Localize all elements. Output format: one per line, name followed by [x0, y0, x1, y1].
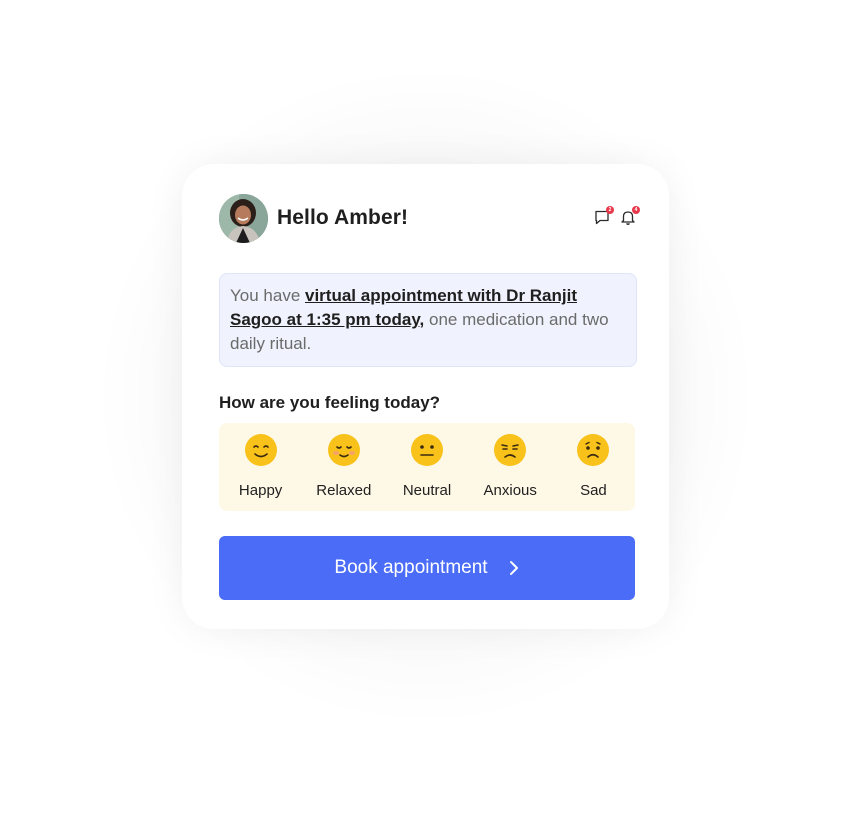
mood-label: Relaxed — [316, 482, 372, 499]
book-appointment-button[interactable]: Book appointment — [219, 536, 635, 600]
chevron-right-icon — [509, 561, 518, 575]
notifications-badge: 4 — [632, 206, 640, 214]
mood-label: Neutral — [402, 482, 452, 499]
appointment-notice: You have virtual appointment with Dr Ran… — [219, 273, 637, 367]
notice-prefix: You have — [230, 286, 305, 305]
book-appointment-label: Book appointment — [334, 557, 488, 578]
header: Hello Amber! 2 4 — [219, 194, 640, 244]
mood-label: Sad — [580, 482, 607, 499]
mood-option-neutral[interactable]: Neutral — [385, 423, 468, 511]
greeting-title: Hello Amber! — [277, 206, 409, 229]
page-background: Hello Amber! 2 4 You have virtual appoin… — [0, 0, 850, 829]
mood-selector: Happy Relaxed Neutral Anxious Sad — [219, 423, 635, 511]
smile-face-icon — [244, 434, 277, 466]
messages-button[interactable]: 2 — [593, 206, 614, 226]
sad-face-icon — [577, 434, 610, 466]
mood-label: Anxious — [483, 482, 537, 499]
mood-label: Happy — [238, 482, 283, 499]
mood-option-sad[interactable]: Sad — [552, 423, 635, 511]
anxious-face-icon — [494, 434, 527, 466]
avatar[interactable] — [219, 194, 268, 243]
relaxed-face-icon — [327, 434, 360, 466]
avatar-photo — [219, 194, 268, 243]
messages-badge: 2 — [606, 206, 614, 214]
dashboard-card: Hello Amber! 2 4 You have virtual appoin… — [182, 164, 669, 629]
mood-option-relaxed[interactable]: Relaxed — [302, 423, 385, 511]
mood-option-happy[interactable]: Happy — [219, 423, 302, 511]
mood-question: How are you feeling today? — [219, 393, 441, 412]
neutral-face-icon — [411, 434, 443, 466]
notifications-button[interactable]: 4 — [619, 206, 640, 226]
mood-option-anxious[interactable]: Anxious — [469, 423, 552, 511]
